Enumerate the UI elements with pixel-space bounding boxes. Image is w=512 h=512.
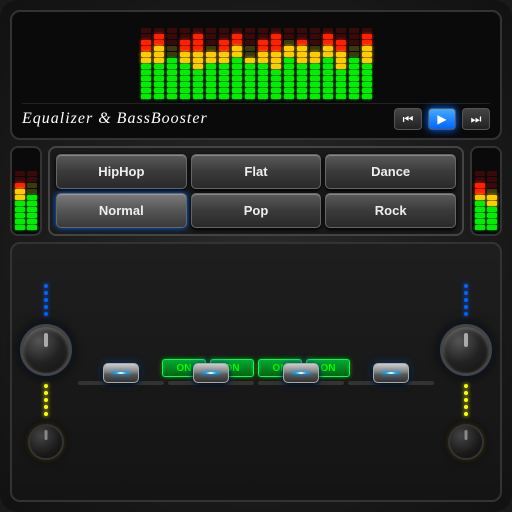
led-dot-4 [44, 305, 48, 309]
next-icon: ⏭ [471, 112, 482, 127]
fader-4[interactable] [348, 381, 434, 385]
right-led-dots-top [464, 284, 468, 316]
level-bar-right-2 [487, 171, 497, 230]
vu-bar-4 [180, 28, 190, 99]
right-led-dots-mid [464, 384, 468, 416]
vu-bar-5 [193, 28, 203, 99]
vu-bar-17 [349, 28, 359, 99]
faders-section: ON ON ON ON [78, 359, 434, 385]
led-dot-y1 [44, 384, 48, 388]
rled-dot-y5 [464, 412, 468, 416]
vu-bar-2 [154, 28, 164, 99]
vu-bar-3 [167, 28, 177, 99]
vu-bar-14 [310, 28, 320, 99]
preset-normal-button[interactable]: Normal [56, 193, 187, 228]
rled-dot-1 [464, 284, 468, 288]
preset-hiphop-button[interactable]: HipHop [56, 154, 187, 189]
eq-display: Equalizer & BassBooster ⏮ ▶ ⏭ [10, 10, 502, 140]
left-small-knob[interactable] [28, 424, 64, 460]
right-small-knob[interactable] [448, 424, 484, 460]
preset-grid: HipHop Flat Dance Normal Pop Rock [48, 146, 464, 236]
next-button[interactable]: ⏭ [462, 108, 490, 130]
right-knobs [440, 284, 492, 460]
led-dot-y4 [44, 405, 48, 409]
left-large-knob[interactable] [20, 324, 72, 376]
fader-1-thumb[interactable] [103, 363, 139, 383]
rled-dot-y4 [464, 405, 468, 409]
led-dot-3 [44, 298, 48, 302]
prev-icon: ⏮ [403, 112, 414, 127]
left-led-dots-mid [44, 384, 48, 416]
rled-dot-y3 [464, 398, 468, 402]
led-dot-2 [44, 291, 48, 295]
level-bar-right-1 [475, 171, 485, 230]
vu-bar-13 [297, 28, 307, 99]
right-level-meter [470, 146, 502, 236]
fader-2-thumb[interactable] [193, 363, 229, 383]
rled-dot-3 [464, 298, 468, 302]
preset-flat-button[interactable]: Flat [191, 154, 322, 189]
vu-bar-6 [206, 28, 216, 99]
fader-3-thumb[interactable] [283, 363, 319, 383]
play-button[interactable]: ▶ [428, 108, 456, 130]
vu-bars [22, 20, 490, 99]
left-level-meter [10, 146, 42, 236]
fader-3[interactable] [258, 381, 344, 385]
rled-dot-5 [464, 312, 468, 316]
vu-bar-10 [258, 28, 268, 99]
knobs-faders-section: ON ON ON ON [10, 242, 502, 502]
rled-dot-y2 [464, 391, 468, 395]
led-dot-y3 [44, 398, 48, 402]
led-dot-5 [44, 312, 48, 316]
vu-bar-9 [245, 28, 255, 99]
vu-bar-1 [141, 28, 151, 99]
middle-section: HipHop Flat Dance Normal Pop Rock [10, 146, 502, 236]
vu-bar-8 [232, 28, 242, 99]
rled-dot-2 [464, 291, 468, 295]
right-large-knob[interactable] [440, 324, 492, 376]
vu-bar-16 [336, 28, 346, 99]
preset-pop-button[interactable]: Pop [191, 193, 322, 228]
faders-row [78, 381, 434, 385]
left-led-dots-top [44, 284, 48, 316]
transport-controls: ⏮ ▶ ⏭ [394, 108, 490, 130]
fader-4-thumb[interactable] [373, 363, 409, 383]
vu-bar-18 [362, 28, 372, 99]
led-dot-1 [44, 284, 48, 288]
fader-2[interactable] [168, 381, 254, 385]
vu-bar-7 [219, 28, 229, 99]
fader-1[interactable] [78, 381, 164, 385]
left-knobs [20, 284, 72, 460]
play-icon: ▶ [437, 112, 446, 126]
vu-bar-11 [271, 28, 281, 99]
preset-dance-button[interactable]: Dance [325, 154, 456, 189]
led-dot-y2 [44, 391, 48, 395]
app-container: Equalizer & BassBooster ⏮ ▶ ⏭ [0, 0, 512, 512]
prev-button[interactable]: ⏮ [394, 108, 422, 130]
rled-dot-y1 [464, 384, 468, 388]
level-bar-left-1 [15, 171, 25, 230]
rled-dot-4 [464, 305, 468, 309]
level-bar-left-2 [27, 171, 37, 230]
app-title: Equalizer & BassBooster [22, 110, 208, 128]
led-dot-y5 [44, 412, 48, 416]
vu-bar-15 [323, 28, 333, 99]
eq-title-row: Equalizer & BassBooster ⏮ ▶ ⏭ [22, 103, 490, 132]
preset-rock-button[interactable]: Rock [325, 193, 456, 228]
vu-bar-12 [284, 28, 294, 99]
